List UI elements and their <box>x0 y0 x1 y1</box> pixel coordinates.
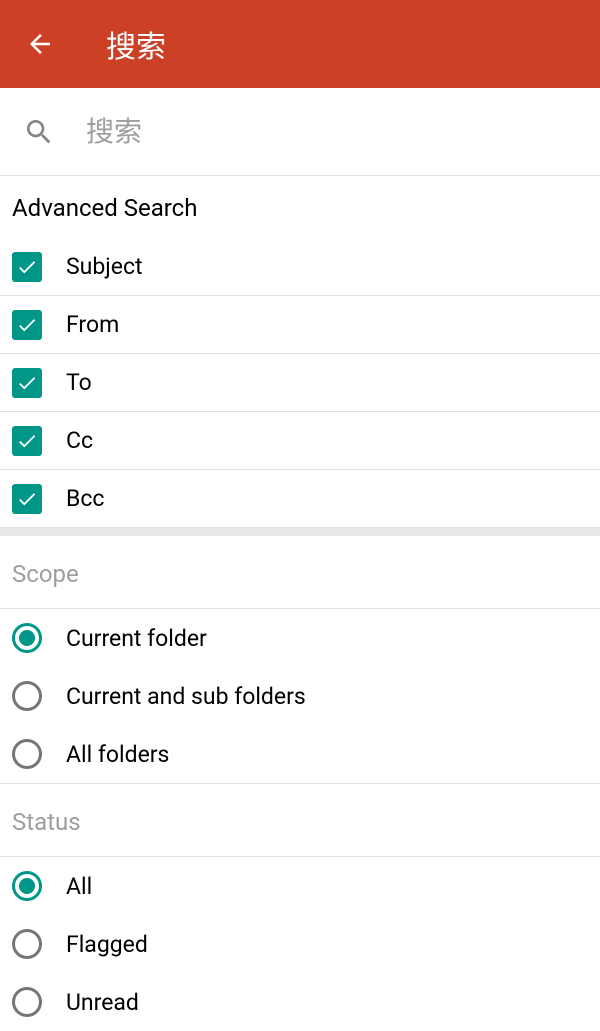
checkbox-from[interactable] <box>12 310 42 340</box>
radio-all[interactable] <box>12 871 42 901</box>
checkbox-row-subject[interactable]: Subject <box>0 238 600 296</box>
radio-label: Flagged <box>66 931 148 958</box>
radio-sub-folders[interactable] <box>12 681 42 711</box>
radio-row-flagged[interactable]: Flagged <box>0 915 600 973</box>
checkbox-row-bcc[interactable]: Bcc <box>0 470 600 528</box>
search-bar <box>0 88 600 176</box>
scope-title: Scope <box>0 536 600 608</box>
checkbox-row-from[interactable]: From <box>0 296 600 354</box>
check-icon <box>16 488 38 510</box>
checkbox-label: Subject <box>66 253 143 280</box>
header-title: 搜索 <box>106 22 166 66</box>
checkbox-bcc[interactable] <box>12 484 42 514</box>
radio-row-unread[interactable]: Unread <box>0 973 600 1031</box>
checkbox-label: From <box>66 311 119 338</box>
radio-row-sub-folders[interactable]: Current and sub folders <box>0 667 600 725</box>
search-input[interactable] <box>64 116 586 148</box>
radio-current-folder[interactable] <box>12 623 42 653</box>
radio-label: All folders <box>66 741 169 768</box>
search-icon <box>14 107 64 157</box>
radio-label: Current folder <box>66 625 207 652</box>
checkbox-label: Bcc <box>66 485 104 512</box>
radio-label: Current and sub folders <box>66 683 306 710</box>
checkbox-row-cc[interactable]: Cc <box>0 412 600 470</box>
radio-label: Unread <box>66 989 139 1016</box>
back-button[interactable] <box>20 24 60 64</box>
checkbox-label: Cc <box>66 427 93 454</box>
checkbox-row-to[interactable]: To <box>0 354 600 412</box>
app-header: 搜索 <box>0 0 600 88</box>
status-title: Status <box>0 784 600 856</box>
radio-label: All <box>66 873 92 900</box>
arrow-back-icon <box>25 29 55 59</box>
check-icon <box>16 430 38 452</box>
radio-flagged[interactable] <box>12 929 42 959</box>
radio-row-current-folder[interactable]: Current folder <box>0 609 600 667</box>
checkbox-label: To <box>66 369 92 396</box>
check-icon <box>16 372 38 394</box>
checkbox-subject[interactable] <box>12 252 42 282</box>
check-icon <box>16 256 38 278</box>
checkbox-cc[interactable] <box>12 426 42 456</box>
check-icon <box>16 314 38 336</box>
radio-row-all-folders[interactable]: All folders <box>0 725 600 783</box>
checkbox-to[interactable] <box>12 368 42 398</box>
radio-unread[interactable] <box>12 987 42 1017</box>
advanced-search-title: Advanced Search <box>0 176 600 238</box>
section-divider <box>0 528 600 536</box>
radio-all-folders[interactable] <box>12 739 42 769</box>
radio-row-all[interactable]: All <box>0 857 600 915</box>
